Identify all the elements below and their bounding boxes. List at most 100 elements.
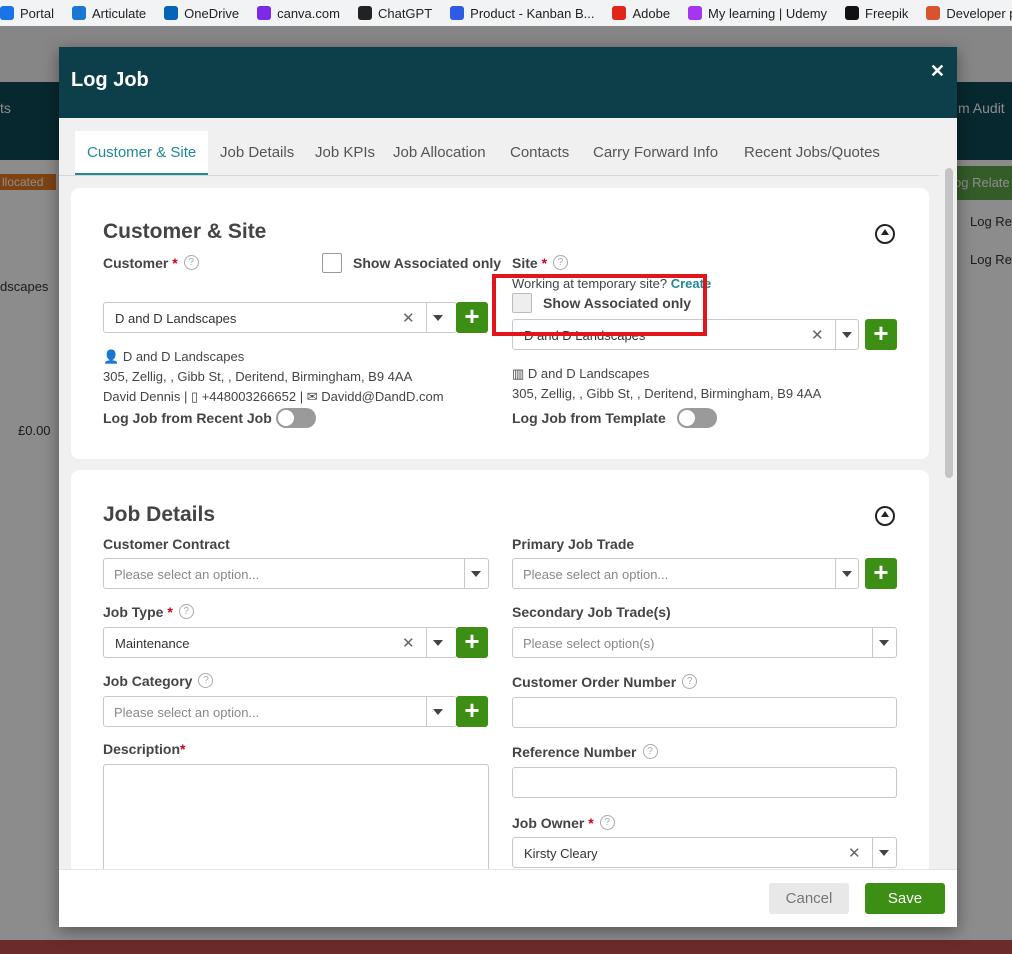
select-placeholder: Please select an option...: [114, 567, 260, 582]
tab-bar: Customer & Site Job Details Job KPIs Job…: [59, 118, 939, 176]
job-category-select[interactable]: Please select an option...: [103, 696, 457, 727]
job-type-label: Job Type *?: [103, 604, 194, 620]
chevron-down-icon[interactable]: [433, 709, 443, 715]
bookmark-item[interactable]: ChatGPT: [357, 6, 432, 21]
chevron-down-icon[interactable]: [433, 640, 443, 646]
bookmark-item[interactable]: Freepik: [845, 6, 908, 21]
template-toggle[interactable]: [677, 408, 717, 428]
bookmark-item[interactable]: Portal: [0, 6, 54, 21]
bookmark-item[interactable]: canva.com: [257, 6, 340, 21]
clear-icon[interactable]: ✕: [402, 634, 415, 652]
chevron-down-icon[interactable]: [879, 850, 889, 856]
select-separator: [464, 559, 465, 588]
bookmark-label: Articulate: [91, 5, 147, 21]
chevron-down-icon[interactable]: [879, 640, 889, 646]
phone-icon: ▯: [190, 389, 199, 404]
bookmark-icon: [164, 6, 179, 20]
template-toggle-label: Log Job from Template: [512, 410, 666, 426]
bookmarks-bar: Portal Articulate OneDrive canva.com ChatGPT…: [0, 0, 1012, 26]
bookmark-item[interactable]: OneDrive: [164, 6, 239, 21]
help-icon[interactable]: ?: [599, 815, 615, 830]
site-address: 305, Zellig, , Gibb St, , Deritend, Birm…: [512, 386, 822, 401]
save-button[interactable]: Save: [865, 883, 945, 914]
select-placeholder: Please select an option...: [114, 705, 260, 720]
help-icon[interactable]: ?: [178, 604, 194, 619]
bookmark-item[interactable]: Adobe: [612, 6, 670, 21]
bookmark-icon: [612, 6, 627, 20]
bookmark-item[interactable]: Product - Kanban B...: [450, 6, 594, 21]
tab-customer-site[interactable]: Customer & Site: [75, 131, 209, 175]
customer-select[interactable]: D and D Landscapes ✕: [103, 302, 457, 333]
cancel-button[interactable]: Cancel: [769, 883, 849, 914]
job-type-value: Maintenance: [115, 636, 190, 651]
job-type-select[interactable]: Maintenance ✕: [103, 627, 457, 658]
job-category-label: Job Category?: [103, 673, 214, 689]
help-icon[interactable]: ?: [553, 255, 569, 270]
help-icon[interactable]: ?: [198, 673, 214, 688]
chevron-down-icon[interactable]: [842, 571, 852, 577]
recent-job-toggle[interactable]: [276, 408, 316, 428]
order-number-input[interactable]: [512, 697, 897, 728]
select-placeholder: Please select option(s): [523, 636, 655, 651]
primary-trade-select[interactable]: Please select an option...: [512, 558, 859, 589]
add-job-category-button[interactable]: +: [456, 696, 488, 727]
chevron-down-icon[interactable]: [471, 571, 481, 577]
scrollbar[interactable]: [945, 168, 953, 478]
clear-icon[interactable]: ✕: [848, 844, 861, 862]
collapse-icon[interactable]: [875, 506, 895, 526]
select-separator: [426, 697, 427, 726]
customer-value: D and D Landscapes: [115, 311, 237, 326]
chevron-down-icon[interactable]: [842, 332, 852, 338]
bookmark-icon: [845, 6, 860, 20]
reference-label: Reference Number?: [512, 744, 658, 760]
select-separator: [835, 559, 836, 588]
add-site-button[interactable]: +: [865, 319, 897, 350]
add-primary-trade-button[interactable]: +: [865, 558, 897, 589]
clear-icon[interactable]: ✕: [402, 309, 415, 327]
bookmark-icon: [257, 6, 272, 20]
secondary-trade-select[interactable]: Please select option(s): [512, 627, 897, 658]
tab-recent-jobs-quotes[interactable]: Recent Jobs/Quotes: [732, 131, 892, 175]
modal-title: Log Job: [71, 69, 149, 91]
help-icon[interactable]: ?: [183, 255, 199, 270]
add-customer-button[interactable]: +: [456, 302, 488, 333]
tab-job-allocation[interactable]: Job Allocation: [381, 131, 498, 175]
modal-body: Customer & Site Job Details Job KPIs Job…: [59, 118, 957, 869]
customer-address: 305, Zellig, , Gibb St, , Deritend, Birm…: [103, 369, 413, 384]
customer-contract-select[interactable]: Please select an option...: [103, 558, 489, 589]
tab-job-kpis[interactable]: Job KPIs: [303, 131, 387, 175]
select-placeholder: Please select an option...: [523, 567, 669, 582]
close-icon[interactable]: ✕: [930, 61, 945, 82]
bookmark-label: Portal: [20, 5, 54, 21]
log-job-modal: Log Job ✕ Customer & Site Job Details Jo…: [59, 47, 957, 927]
collapse-icon[interactable]: [875, 224, 895, 244]
secondary-trade-label: Secondary Job Trade(s): [512, 604, 671, 620]
chevron-down-icon[interactable]: [433, 315, 443, 321]
job-owner-select[interactable]: Kirsty Cleary ✕: [512, 837, 897, 868]
email-icon: ✉: [306, 389, 318, 404]
tab-job-details[interactable]: Job Details: [208, 131, 306, 175]
recent-job-toggle-label: Log Job from Recent Job: [103, 410, 272, 426]
site-label: Site *?: [512, 255, 569, 271]
description-textarea[interactable]: [103, 764, 489, 869]
clear-icon[interactable]: ✕: [811, 326, 824, 344]
select-separator: [872, 628, 873, 657]
bookmark-item[interactable]: My learning | Udemy: [688, 6, 827, 21]
help-icon[interactable]: ?: [642, 744, 658, 759]
help-icon[interactable]: ?: [682, 674, 698, 689]
section-title: Job Details: [103, 503, 216, 526]
add-job-type-button[interactable]: +: [456, 627, 488, 658]
bookmark-item[interactable]: Articulate: [71, 5, 147, 21]
tab-contacts[interactable]: Contacts: [498, 131, 581, 175]
select-separator: [426, 628, 427, 657]
bookmark-icon: [357, 6, 372, 20]
bookmark-label: Freepik: [865, 5, 909, 21]
bookmark-item[interactable]: Developer portal: [926, 6, 1012, 21]
bookmark-icon: [0, 6, 14, 20]
modal-footer: Cancel Save: [59, 869, 957, 927]
tab-carry-forward-info[interactable]: Carry Forward Info: [581, 131, 730, 175]
reference-input[interactable]: [512, 767, 897, 798]
bookmark-label: Adobe: [632, 5, 671, 21]
customer-label: Customer *?: [103, 255, 199, 271]
show-associated-checkbox[interactable]: [322, 253, 342, 273]
